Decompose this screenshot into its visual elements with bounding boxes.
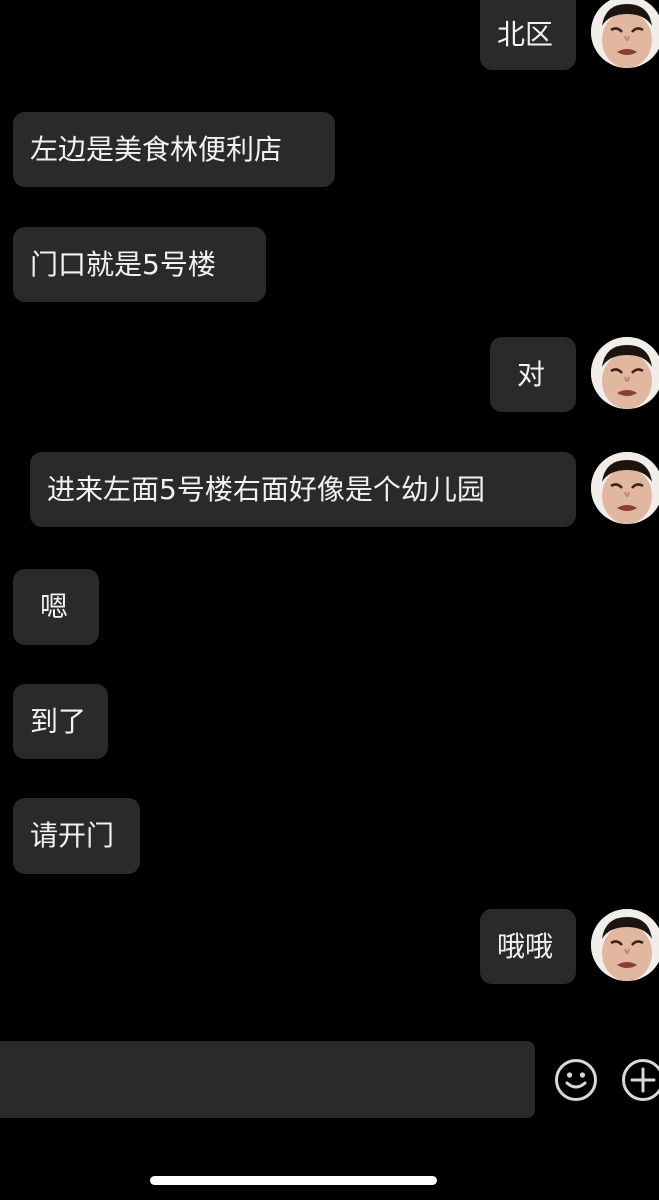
avatar-face-image xyxy=(591,909,659,981)
message-text: 哦哦 xyxy=(497,929,554,963)
avatar[interactable] xyxy=(591,452,659,524)
plus-circle-icon xyxy=(622,1059,659,1101)
home-indicator[interactable] xyxy=(150,1176,437,1185)
message-bubble-received[interactable]: 到了 xyxy=(13,684,108,759)
avatar-face-image xyxy=(591,337,659,409)
message-bubble-received[interactable]: 左边是美食林便利店 xyxy=(13,112,335,187)
add-attachment-button[interactable] xyxy=(621,1058,659,1102)
message-text: 对 xyxy=(517,357,546,391)
avatar[interactable] xyxy=(591,0,659,68)
message-bubble-sent[interactable]: 哦哦 xyxy=(480,909,576,984)
avatar-face-image xyxy=(591,452,659,524)
message-text: 嗯 xyxy=(40,590,69,623)
avatar[interactable] xyxy=(591,337,659,409)
message-text: 左边是美食林便利店 xyxy=(30,132,283,166)
avatar[interactable] xyxy=(591,909,659,981)
smiley-face-icon xyxy=(555,1059,597,1101)
avatar-face-image xyxy=(591,0,659,68)
message-bubble-sent[interactable]: 进来左面5号楼右面好像是个幼儿园 xyxy=(30,452,576,527)
message-bubble-received[interactable]: 请开门 xyxy=(13,798,140,874)
emoji-button[interactable] xyxy=(554,1058,598,1102)
message-text: 到了 xyxy=(30,704,87,738)
message-text: 请开门 xyxy=(30,819,115,852)
message-bubble-sent[interactable]: 对 xyxy=(490,337,576,412)
message-text: 北区 xyxy=(497,18,554,51)
message-input[interactable] xyxy=(0,1041,535,1118)
message-bubble-sent[interactable]: 北区 xyxy=(480,0,576,70)
message-text: 进来左面5号楼右面好像是个幼儿园 xyxy=(47,472,485,506)
message-text: 门口就是5号楼 xyxy=(30,247,216,281)
message-bubble-received[interactable]: 嗯 xyxy=(13,569,99,645)
message-bubble-received[interactable]: 门口就是5号楼 xyxy=(13,227,266,302)
